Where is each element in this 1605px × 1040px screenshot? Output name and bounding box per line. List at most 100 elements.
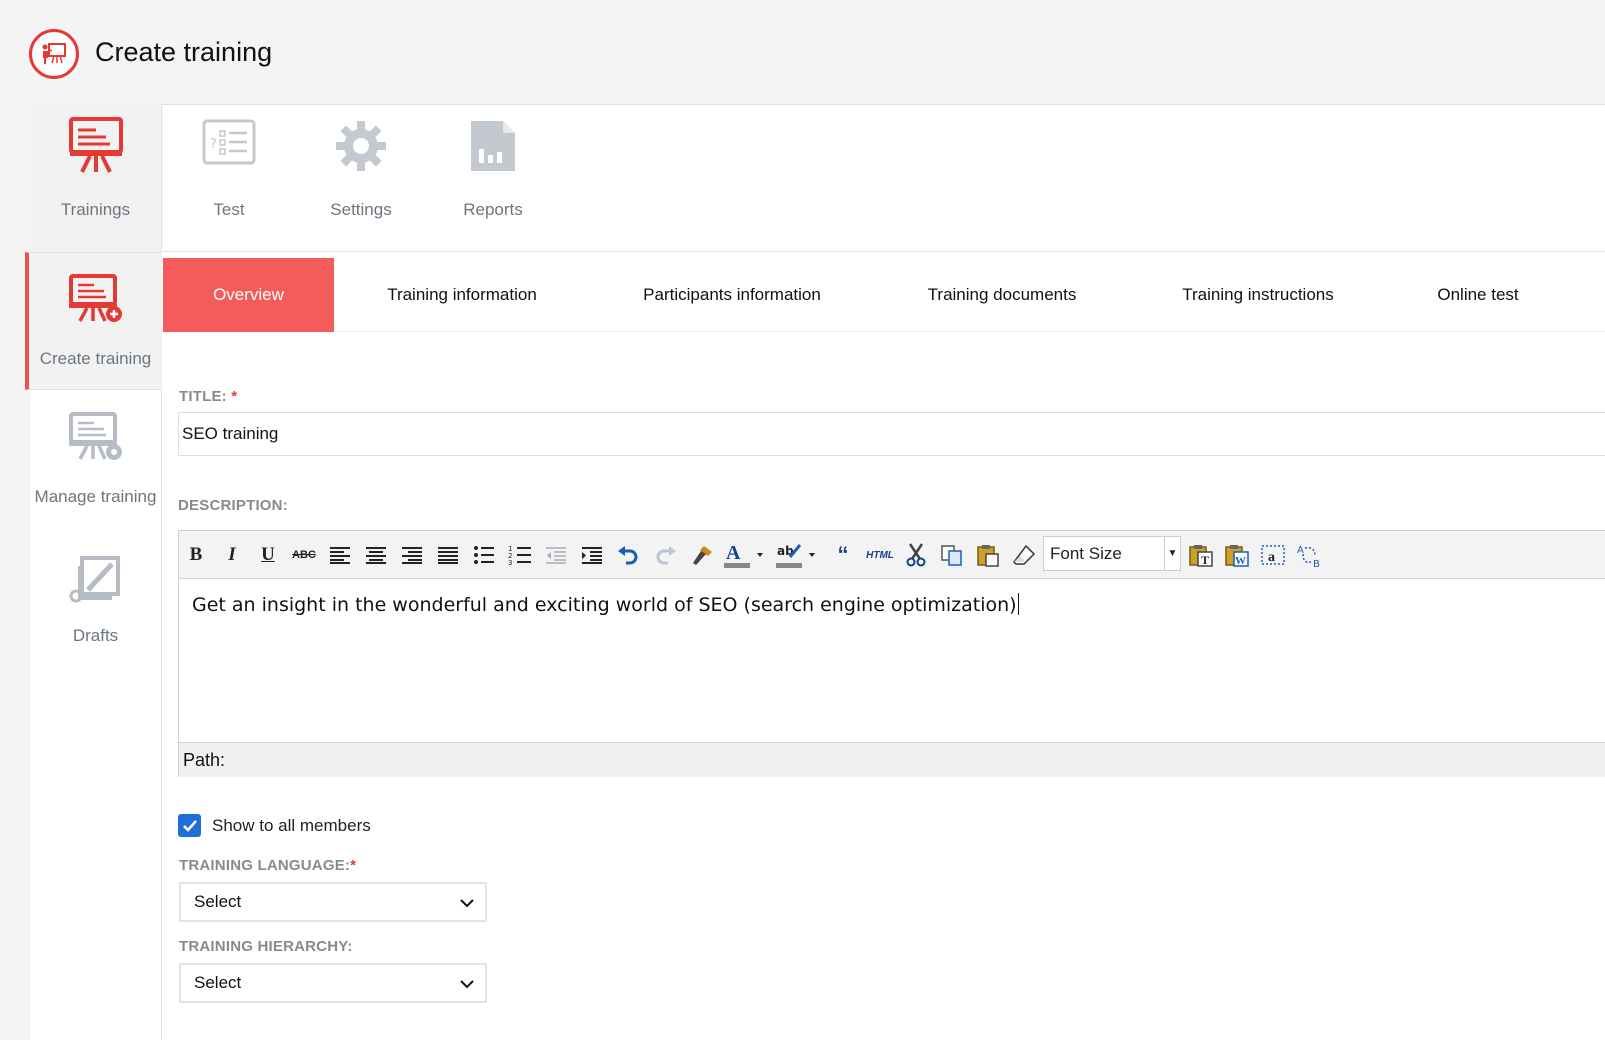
title-label-text: TITLE: (179, 388, 227, 405)
paste-button[interactable] (974, 541, 1002, 569)
paste-text-icon: T (1189, 545, 1213, 567)
paste-icon (977, 545, 999, 567)
blockquote-button[interactable]: “ (829, 541, 857, 569)
training-hierarchy-select[interactable]: Select (179, 963, 487, 1003)
format-painter-button[interactable] (688, 541, 716, 569)
select-all-icon: a (1261, 545, 1285, 565)
svg-text:3: 3 (508, 559, 512, 565)
sidebar-item-drafts[interactable]: Drafts (30, 530, 161, 668)
font-color-button[interactable]: A (724, 541, 764, 569)
align-left-button[interactable] (326, 541, 354, 569)
chevron-down-icon (459, 976, 475, 997)
numbered-list-icon: 123 (508, 545, 531, 565)
align-center-icon (366, 547, 386, 564)
editor-toolbar: B I U ABC 123 A ab “ HTML Font Size ▼ T … (179, 531, 1605, 579)
align-right-icon (402, 547, 422, 564)
topnav-item-settings[interactable]: Settings (295, 105, 427, 252)
training-language-select[interactable]: Select (179, 882, 487, 922)
paste-word-icon: W (1225, 545, 1249, 567)
copy-icon (941, 545, 962, 566)
editor-content-area[interactable]: Get an insight in the wonderful and exci… (179, 579, 1605, 742)
scissors-icon (906, 543, 926, 567)
bold-button[interactable]: B (182, 541, 210, 569)
justify-button[interactable] (434, 541, 462, 569)
page-title: Create training (95, 37, 273, 67)
find-replace-button[interactable]: AB (1295, 541, 1323, 569)
gear-icon (334, 119, 388, 178)
tab-bar: Overview Training information Participan… (163, 258, 1605, 332)
description-label: DESCRIPTION: (178, 497, 288, 514)
show-all-members-label: Show to all members (212, 815, 371, 835)
training-hierarchy-label: TRAINING HIERARCHY: (179, 938, 353, 955)
sidebar-item-manage-training[interactable]: Manage training (30, 391, 161, 529)
redo-icon (656, 546, 676, 565)
title-input[interactable]: SEO training (178, 412, 1605, 456)
test-list-icon: ? (202, 119, 256, 170)
training-hierarchy-value: Select (194, 973, 242, 992)
quote-icon: “ (837, 542, 849, 567)
tab-training-documents[interactable]: Training documents (903, 258, 1101, 332)
topnav-item-test[interactable]: ? Test (163, 105, 295, 252)
training-language-label-text: TRAINING LANGUAGE: (179, 857, 351, 874)
align-right-button[interactable] (398, 541, 426, 569)
title-label: TITLE: * (179, 388, 237, 405)
tab-training-instructions[interactable]: Training instructions (1158, 258, 1358, 332)
paste-text-button[interactable]: T (1187, 541, 1215, 569)
show-all-members-checkbox[interactable]: Show to all members (178, 814, 371, 837)
required-mark: * (231, 388, 238, 405)
italic-button[interactable]: I (218, 541, 246, 569)
copy-button[interactable] (938, 541, 966, 569)
svg-text:B: B (1313, 559, 1320, 568)
bullet-list-button[interactable] (470, 541, 498, 569)
sidebar-item-trainings[interactable]: Trainings (30, 104, 161, 252)
svg-text:W: W (1235, 555, 1246, 567)
page-header: Create training (0, 0, 1605, 105)
required-mark: * (350, 857, 357, 874)
cut-button[interactable] (902, 541, 930, 569)
font-color-icon: A (724, 542, 763, 568)
svg-text:A: A (726, 542, 741, 564)
justify-icon (438, 547, 458, 564)
svg-text:?: ? (210, 137, 217, 152)
sidebar-item-create-training[interactable]: Create training (25, 252, 162, 390)
font-size-select[interactable]: Font Size ▼ (1043, 536, 1181, 571)
highlight-color-button[interactable]: ab (776, 541, 816, 569)
eraser-button[interactable] (1010, 541, 1038, 569)
topnav-item-label: Settings (330, 200, 392, 219)
indent-button[interactable] (578, 541, 606, 569)
redo-button[interactable] (652, 541, 680, 569)
bullet-list-icon (474, 546, 494, 564)
training-logo-icon (29, 29, 79, 79)
training-language-value: Select (194, 892, 242, 911)
strikethrough-button[interactable]: ABC (290, 541, 318, 569)
chevron-down-icon (459, 895, 475, 916)
format-painter-icon (693, 546, 712, 565)
paste-word-button[interactable]: W (1223, 541, 1251, 569)
eraser-icon (1013, 544, 1036, 565)
undo-icon (618, 546, 638, 565)
tab-online-test[interactable]: Online test (1418, 258, 1538, 332)
font-size-label: Font Size (1050, 543, 1122, 563)
topnav-item-label: Reports (463, 200, 523, 219)
numbered-list-button[interactable]: 123 (506, 541, 534, 569)
sidebar-item-label: Trainings (60, 200, 131, 219)
outdent-button[interactable] (542, 541, 570, 569)
tab-participants-information[interactable]: Participants information (618, 258, 846, 332)
align-left-icon (330, 547, 350, 564)
select-all-button[interactable]: a (1259, 541, 1287, 569)
undo-button[interactable] (614, 541, 642, 569)
underline-button[interactable]: U (254, 541, 282, 569)
presentation-board-icon (68, 116, 124, 179)
align-center-button[interactable] (362, 541, 390, 569)
html-button[interactable]: HTML (863, 541, 897, 569)
tab-training-information[interactable]: Training information (362, 258, 562, 332)
svg-text:T: T (1201, 553, 1209, 567)
tab-overview[interactable]: Overview (163, 258, 334, 332)
topnav-item-reports[interactable]: Reports (427, 105, 559, 252)
description-editor: B I U ABC 123 A ab “ HTML Font Size ▼ T … (178, 530, 1605, 777)
svg-text:a: a (1268, 550, 1275, 565)
editor-path-bar: Path: (179, 742, 1605, 777)
checkbox-checked-icon[interactable] (178, 814, 201, 837)
sidebar-item-label: Drafts (72, 626, 119, 645)
presentation-add-icon (68, 273, 124, 328)
